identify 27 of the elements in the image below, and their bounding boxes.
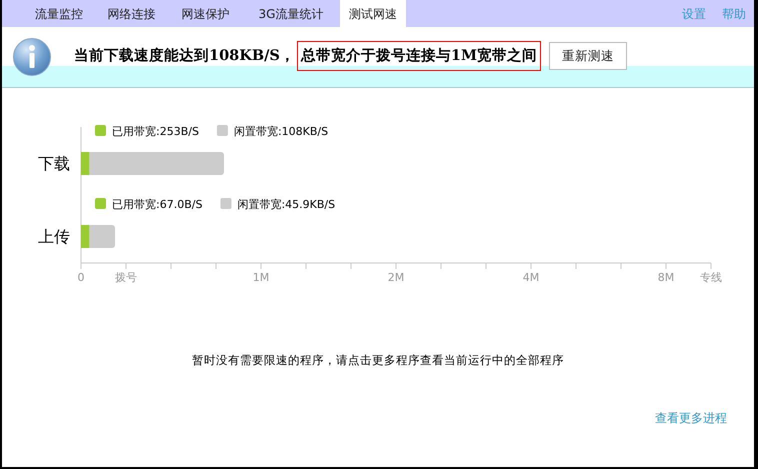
tab[interactable]: 测试网速	[340, 0, 406, 27]
legend-text: 闲置带宽:45.9KB/S	[237, 198, 336, 211]
retest-button[interactable]: 重新测速	[549, 42, 628, 70]
legend-text: 闲置带宽:108KB/S	[234, 125, 328, 138]
legend-swatch	[220, 198, 232, 209]
tab[interactable]: 流量监控	[24, 0, 94, 27]
axis-label: 4M	[522, 271, 540, 284]
legend-text: 已用带宽:67.0B/S	[112, 198, 202, 211]
info-message: 暂时没有需要限速的程序，请点击更多程序查看当前运行中的全部程序	[191, 352, 565, 369]
legend-swatch	[95, 125, 106, 136]
row-label: 下载	[38, 154, 70, 173]
axis-label: 拨号	[115, 271, 137, 284]
legend-text: 已用带宽:253B/S	[112, 125, 199, 138]
legend-swatch	[216, 125, 228, 136]
legend-swatch	[95, 198, 106, 209]
result-text: 当前下载速度能达到108KB/S，	[74, 46, 295, 66]
bandwidth-verdict: 总带宽介于拨号连接与1M宽带之间	[296, 41, 542, 71]
axis-label: 1M	[252, 271, 270, 284]
axis-label: 2M	[388, 271, 404, 284]
axis-label: 专线	[700, 271, 722, 284]
tab[interactable]: 网络连接	[94, 0, 169, 27]
axis-label: 0	[78, 271, 84, 284]
tab[interactable]: 网速保护	[169, 0, 242, 27]
axis-label: 8M	[658, 271, 674, 284]
info-icon	[12, 37, 52, 77]
row-label: 上传	[38, 227, 70, 246]
tab[interactable]: 3G流量统计	[242, 0, 340, 27]
